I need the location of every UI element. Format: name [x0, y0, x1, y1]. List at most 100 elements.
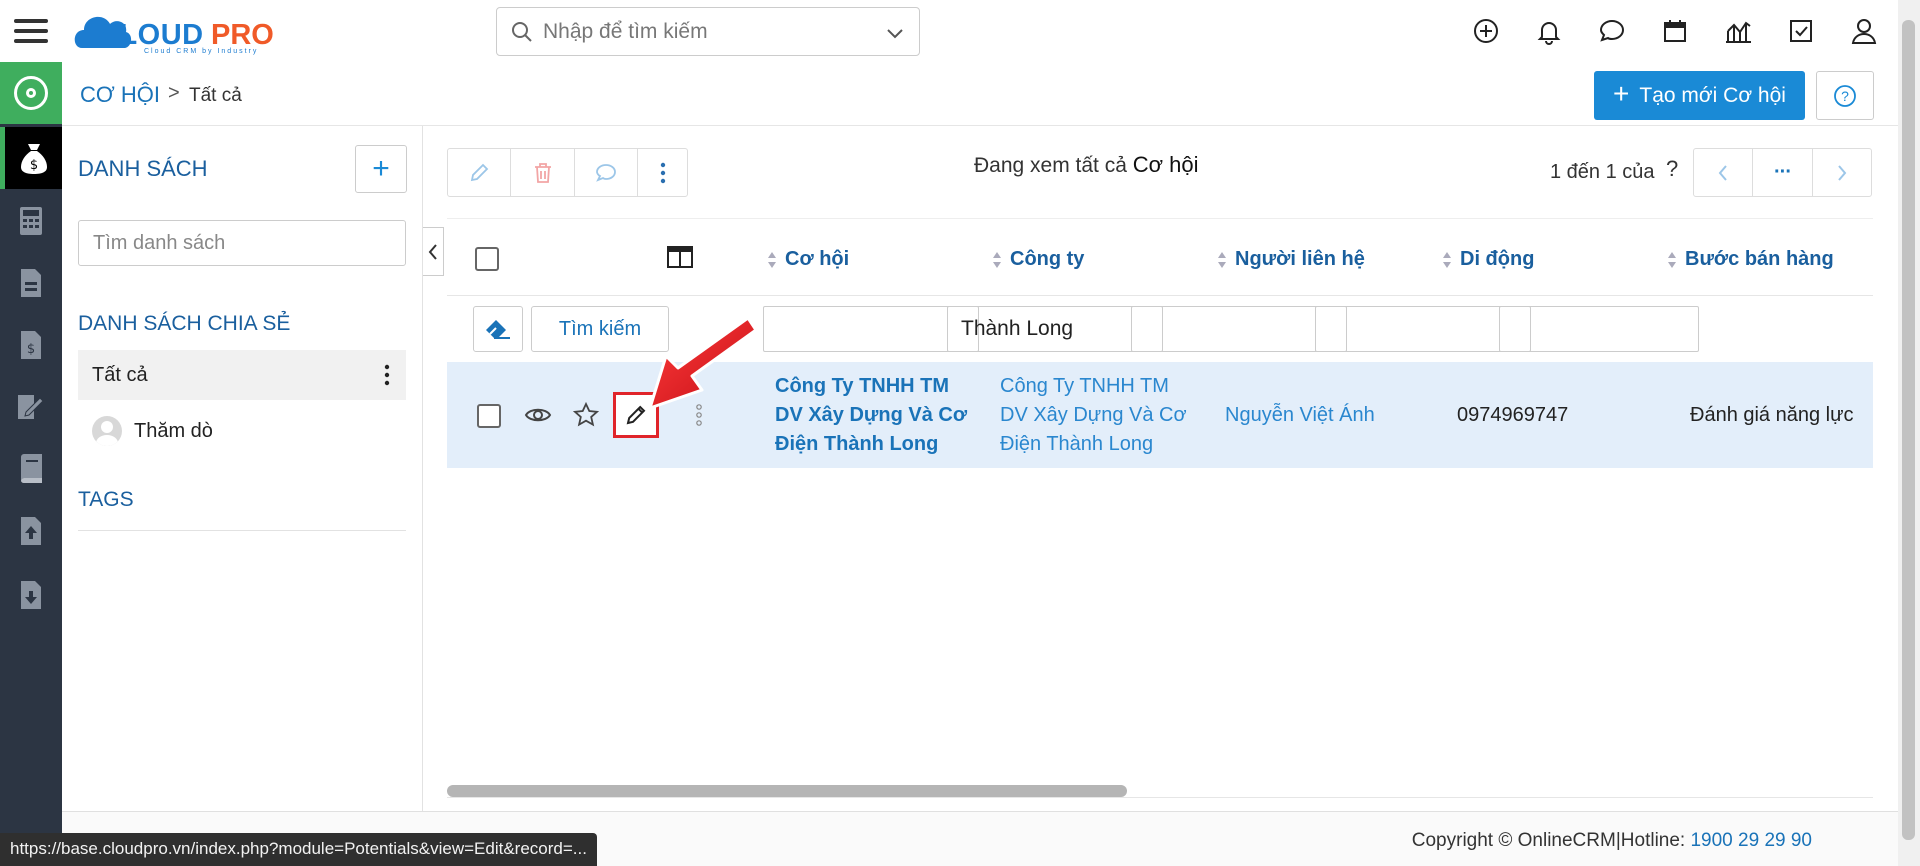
link-status-url: https://base.cloudpro.vn/index.php?modul…: [0, 833, 597, 866]
star-icon[interactable]: [571, 400, 601, 430]
dollar-doc-icon[interactable]: $: [0, 314, 62, 376]
report-icon[interactable]: [1721, 14, 1755, 48]
column-layout-icon[interactable]: [667, 245, 693, 274]
money-bag-icon[interactable]: $: [0, 127, 62, 189]
eraser-icon: [486, 320, 510, 339]
company-link[interactable]: Công Ty TNHH TM DV Xây Dựng Và Cơ Điện T…: [1000, 372, 1187, 459]
viewing-module: Cơ hội: [1132, 152, 1199, 177]
mobile-value: 0974969747: [1457, 404, 1569, 426]
sales-stage-value: Đánh giá năng lực: [1690, 404, 1854, 426]
sidebar-item-explore[interactable]: Thăm dò: [92, 410, 213, 452]
list-sidebar: DANH SÁCH + Tìm danh sách DANH SÁCH CHIA…: [62, 126, 423, 811]
sidebar-title: DANH SÁCH: [78, 156, 208, 181]
search-placeholder: Nhập để tìm kiếm: [543, 19, 708, 43]
bulk-action-group: [447, 148, 688, 197]
sidebar-item-label: Thăm dò: [134, 419, 213, 442]
vertical-scrollbar[interactable]: [1898, 0, 1920, 866]
sort-icon: [993, 251, 1001, 268]
more-dots-icon: ···: [1774, 161, 1792, 183]
plus-circle-icon[interactable]: [1469, 14, 1503, 48]
kebab-menu-icon[interactable]: [384, 364, 390, 386]
bulk-comment-button[interactable]: [575, 149, 639, 196]
trash-icon: [534, 162, 551, 183]
bell-icon[interactable]: [1532, 14, 1566, 48]
cloudpro-logo[interactable]: CLOUD PRO Cloud CRM by Industry: [74, 6, 304, 56]
prev-page-button[interactable]: [1694, 149, 1754, 196]
calendar-icon[interactable]: [1658, 14, 1692, 48]
svg-text:?: ?: [1841, 88, 1849, 104]
collapse-sidebar-button[interactable]: [423, 227, 444, 276]
breadcrumb-current: Tất cả: [189, 85, 242, 106]
upload-doc-icon[interactable]: [0, 500, 62, 562]
create-opportunity-button[interactable]: + Tạo mới Cơ hội: [1594, 71, 1805, 120]
divider: [78, 530, 406, 531]
add-list-button[interactable]: +: [355, 145, 407, 193]
chevron-left-icon: [1718, 164, 1727, 181]
breadcrumb-module[interactable]: CƠ HỘI: [80, 82, 160, 108]
scrollbar-thumb[interactable]: [447, 785, 1127, 797]
sidebar-item-label: Tất cả: [92, 363, 148, 386]
chat-icon[interactable]: [1595, 14, 1629, 48]
column-header-mobile[interactable]: Di động: [1442, 248, 1534, 271]
column-header-contact[interactable]: Người liên hệ: [1217, 248, 1365, 271]
book-icon[interactable]: [0, 438, 62, 500]
left-rail: $ $: [0, 0, 62, 866]
user-icon[interactable]: [1847, 14, 1881, 48]
sidebar-item-all[interactable]: Tất cả: [78, 350, 406, 400]
pencil-icon: [471, 163, 489, 181]
help-icon: ?: [1834, 84, 1856, 107]
global-search-input[interactable]: Nhập để tìm kiếm: [496, 7, 920, 56]
horizontal-scrollbar[interactable]: [447, 785, 1873, 797]
tags-title: TAGS: [78, 488, 134, 511]
breadcrumb-bar: CƠ HỘI > Tất cả + Tạo mới Cơ hội ?: [62, 62, 1898, 126]
comment-icon: [596, 163, 617, 182]
opportunity-link[interactable]: Công Ty TNHH TM DV Xây Dựng Và Cơ Điện T…: [775, 372, 967, 459]
list-search-input[interactable]: Tìm danh sách: [78, 220, 406, 266]
module-home-icon[interactable]: [0, 62, 62, 124]
viewing-caption: Đang xem tất cả Cơ hội: [974, 152, 1199, 178]
sort-icon: [1668, 251, 1676, 268]
sort-icon: [768, 251, 776, 268]
eye-icon[interactable]: [523, 400, 553, 430]
column-header-company[interactable]: Công ty: [992, 248, 1084, 271]
next-page-button[interactable]: [1813, 149, 1871, 196]
breadcrumb-separator: >: [168, 82, 180, 104]
table-header: Cơ hội Công ty Người liên hệ Di động Bướ…: [447, 218, 1873, 296]
page-jump-button[interactable]: ···: [1753, 149, 1813, 196]
kebab-menu-icon: [660, 162, 665, 183]
contact-link[interactable]: Nguyễn Việt Ánh: [1225, 401, 1375, 430]
chevron-left-icon: [428, 243, 437, 260]
chevron-down-icon[interactable]: [885, 23, 905, 43]
select-all-checkbox[interactable]: [475, 247, 499, 271]
sort-icon: [1443, 251, 1451, 268]
download-doc-icon[interactable]: [0, 564, 62, 626]
clear-filter-button[interactable]: [473, 306, 523, 352]
bulk-delete-button[interactable]: [511, 149, 575, 196]
column-header-opportunity[interactable]: Cơ hội: [767, 248, 849, 271]
column-header-sales-stage[interactable]: Bước bán hàng: [1667, 248, 1834, 271]
shared-lists-title: DANH SÁCH CHIA SẺ: [78, 312, 291, 335]
more-actions-button[interactable]: [638, 149, 687, 196]
filter-sales-stage-input[interactable]: [1499, 306, 1699, 352]
svg-text:CLOUD: CLOUD: [98, 19, 204, 51]
hotline-link[interactable]: 1900 29 29 90: [1690, 830, 1812, 851]
svg-text:$: $: [27, 342, 35, 357]
divider: [447, 797, 1873, 798]
pagination: ···: [1693, 148, 1872, 197]
row-checkbox[interactable]: [477, 404, 501, 428]
calculator-icon[interactable]: [0, 190, 62, 252]
invoice-icon[interactable]: [0, 252, 62, 314]
task-check-icon[interactable]: [1784, 14, 1818, 48]
search-icon: [512, 21, 532, 42]
pager-total-unknown[interactable]: ?: [1666, 156, 1678, 182]
list-table: Cơ hội Công ty Người liên hệ Di động Bướ…: [447, 218, 1873, 798]
pager-count: 1 đến 1 của: [1550, 161, 1655, 183]
top-header: CLOUD PRO Cloud CRM by Industry Nhập để …: [62, 0, 1898, 62]
bulk-edit-button[interactable]: [448, 149, 512, 196]
svg-text:$: $: [29, 158, 37, 173]
sign-doc-icon[interactable]: [0, 376, 62, 438]
scrollbar-thumb[interactable]: [1902, 20, 1915, 840]
avatar: [92, 416, 122, 446]
help-button[interactable]: ?: [1816, 71, 1874, 120]
menu-icon[interactable]: [0, 0, 62, 62]
